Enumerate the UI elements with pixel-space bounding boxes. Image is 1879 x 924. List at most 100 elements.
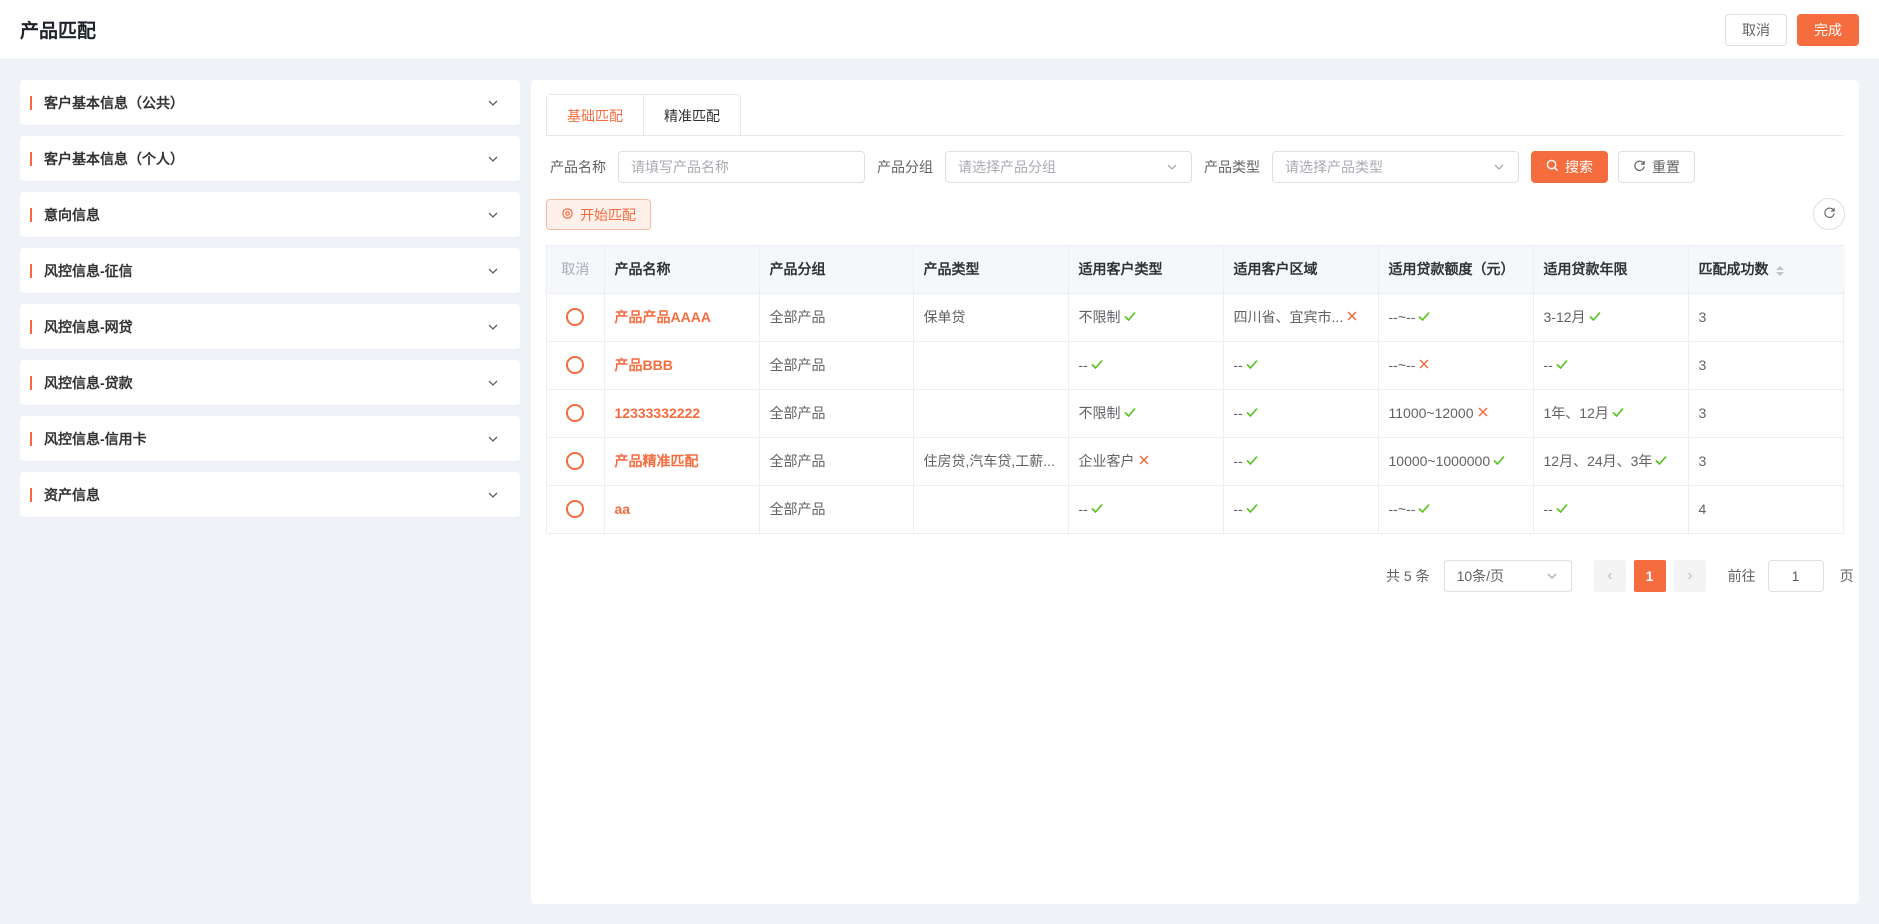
- collapse-header: 客户基本信息（个人）: [30, 149, 184, 169]
- check-icon: [1123, 405, 1137, 422]
- loan-amount-cell: --~--: [1378, 293, 1534, 342]
- table-row[interactable]: 产品精准匹配 全部产品 住房贷,汽车贷,工薪... 企业客户 -- 10000~10000…: [547, 437, 1845, 486]
- close-icon: [1417, 357, 1431, 374]
- product-type-placeholder: 请选择产品类型: [1285, 158, 1383, 175]
- collapse-section[interactable]: 资产信息: [20, 472, 520, 518]
- product-name-link[interactable]: 产品精准匹配: [615, 453, 699, 469]
- collapse-title: 资产信息: [44, 486, 100, 503]
- table-refresh-button[interactable]: [1813, 198, 1845, 230]
- collapse-section[interactable]: 风控信息-征信: [20, 248, 520, 294]
- check-icon: [1654, 453, 1668, 470]
- tab-basic-match[interactable]: 基础匹配: [547, 95, 643, 137]
- collapse-title: 意向信息: [44, 206, 100, 223]
- header-match-count[interactable]: 匹配成功数: [1688, 246, 1845, 294]
- collapse-header: 风控信息-信用卡: [30, 429, 147, 449]
- goto-page-input[interactable]: 1: [1767, 560, 1824, 592]
- header-match-count-label: 匹配成功数: [1698, 261, 1769, 278]
- product-name-input[interactable]: 请填写产品名称: [618, 150, 865, 183]
- row-radio[interactable]: [566, 404, 585, 423]
- sort-icon[interactable]: [1776, 265, 1785, 276]
- prev-page-button[interactable]: [1593, 560, 1626, 592]
- match-count-cell: 4: [1688, 485, 1845, 534]
- product-name-link[interactable]: aa: [615, 501, 631, 517]
- collapse-section[interactable]: 客户基本信息（公共）: [20, 80, 520, 126]
- collapse-section[interactable]: 风控信息-信用卡: [20, 416, 520, 462]
- customer-region-cell-value: --: [1233, 501, 1243, 517]
- info-sidebar: 客户基本信息（公共） 客户基本信息（个人） 意向信息风控信息-征信风控信息-网贷风控…: [20, 80, 520, 528]
- check-icon: [1245, 453, 1259, 470]
- chevron-down-icon[interactable]: [486, 488, 500, 502]
- table-row[interactable]: 产品BBB 全部产品 -- -- --~-- -- 3: [547, 341, 1845, 390]
- tab-precise-match[interactable]: 精准匹配: [643, 95, 740, 137]
- page-number-current[interactable]: 1: [1633, 560, 1666, 592]
- section-marker: [30, 319, 32, 334]
- chevron-down-icon[interactable]: [486, 376, 500, 390]
- product-type-cell: [913, 341, 1069, 390]
- header-product-type: 产品类型: [913, 246, 1069, 294]
- product-name-link[interactable]: 12333332222: [615, 405, 701, 421]
- collapse-section[interactable]: 风控信息-贷款: [20, 360, 520, 406]
- match-tabs: 基础匹配 精准匹配: [546, 94, 741, 137]
- customer-region-cell: 四川省、宜宾市...: [1223, 293, 1379, 342]
- collapse-title: 风控信息-信用卡: [44, 430, 147, 447]
- collapse-section[interactable]: 客户基本信息（个人）: [20, 136, 520, 182]
- collapse-title: 风控信息-征信: [44, 262, 133, 279]
- row-radio[interactable]: [566, 500, 585, 519]
- table-row[interactable]: 12333332222 全部产品 不限制 -- 11000~12000 1年、12月 3: [547, 389, 1845, 438]
- page-size-value: 10条/页: [1456, 568, 1505, 584]
- product-group-select[interactable]: 请选择产品分组: [945, 150, 1192, 183]
- product-type-label: 产品类型: [1204, 158, 1260, 175]
- chevron-down-icon[interactable]: [486, 432, 500, 446]
- customer-region-cell-value: --: [1233, 453, 1243, 469]
- cancel-button[interactable]: 取消: [1725, 13, 1787, 46]
- section-marker: [30, 151, 32, 166]
- customer-region-cell: --: [1223, 389, 1379, 438]
- chevron-down-icon: [1545, 569, 1559, 583]
- done-button[interactable]: 完成: [1797, 13, 1859, 46]
- loan-term-cell-value: 1年、12月: [1543, 405, 1609, 421]
- loan-term-cell: 12月、24月、3年: [1533, 437, 1689, 486]
- loan-amount-cell-value: --~--: [1388, 357, 1416, 373]
- loan-amount-cell-value: 11000~12000: [1388, 405, 1474, 421]
- product-name-link[interactable]: 产品产品AAAA: [615, 309, 711, 325]
- tabs-divider: [546, 135, 1843, 136]
- product-name-cell: aa: [604, 485, 760, 534]
- match-count-cell: 3: [1688, 437, 1845, 486]
- loan-term-cell: 3-12月: [1533, 293, 1689, 342]
- chevron-down-icon[interactable]: [486, 264, 500, 278]
- product-type-select[interactable]: 请选择产品类型: [1272, 150, 1519, 183]
- table-row[interactable]: aa 全部产品 -- -- --~-- -- 4: [547, 485, 1845, 534]
- product-group-cell: 全部产品: [759, 437, 914, 486]
- customer-region-cell: --: [1223, 485, 1379, 534]
- next-page-button[interactable]: [1673, 560, 1706, 592]
- chevron-down-icon[interactable]: [486, 96, 500, 110]
- product-name-cell: 12333332222: [604, 389, 760, 438]
- product-name-cell: 产品产品AAAA: [604, 293, 760, 342]
- start-match-button[interactable]: 开始匹配: [546, 199, 651, 230]
- check-icon: [1090, 357, 1104, 374]
- chevron-down-icon[interactable]: [486, 152, 500, 166]
- header-cancel[interactable]: 取消: [547, 246, 605, 294]
- collapse-title: 客户基本信息（公共）: [44, 94, 184, 111]
- reset-button[interactable]: 重置: [1618, 150, 1695, 183]
- page-size-select[interactable]: 10条/页: [1443, 560, 1572, 592]
- loan-term-cell-value: 3-12月: [1543, 309, 1586, 325]
- collapse-section[interactable]: 风控信息-网贷: [20, 304, 520, 350]
- loan-term-cell: --: [1533, 485, 1689, 534]
- row-radio[interactable]: [566, 308, 585, 327]
- loan-term-cell: --: [1533, 341, 1689, 390]
- page-suffix: 页: [1839, 568, 1854, 584]
- table-row[interactable]: 产品产品AAAA 全部产品 保单贷 不限制 四川省、宜宾市... --~-- 3-12月 3: [547, 293, 1845, 342]
- collapse-section[interactable]: 意向信息: [20, 192, 520, 238]
- product-name-cell: 产品BBB: [604, 341, 760, 390]
- row-radio[interactable]: [566, 452, 585, 471]
- chevron-down-icon[interactable]: [486, 208, 500, 222]
- row-radio[interactable]: [566, 356, 585, 375]
- search-button[interactable]: 搜索: [1531, 150, 1608, 183]
- customer-type-cell-value: 不限制: [1078, 309, 1121, 325]
- chevron-down-icon[interactable]: [486, 320, 500, 334]
- collapse-header: 风控信息-网贷: [30, 317, 133, 337]
- product-name-link[interactable]: 产品BBB: [615, 357, 673, 373]
- section-marker: [30, 375, 32, 390]
- customer-type-cell-value: 企业客户: [1078, 453, 1135, 469]
